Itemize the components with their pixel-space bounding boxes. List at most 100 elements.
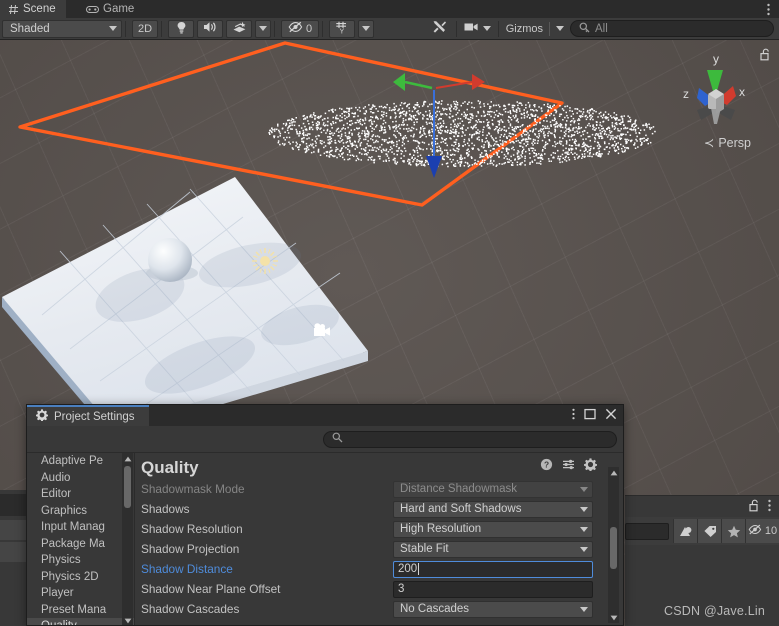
inspector-name-field[interactable]	[624, 522, 670, 540]
preset-icon[interactable]	[562, 458, 575, 474]
camera-gizmo-icon[interactable]	[312, 322, 334, 340]
settings-category-label: Graphics	[41, 504, 88, 517]
grid-snap-dropdown-button[interactable]	[358, 19, 374, 38]
settings-category-label: Editor	[41, 488, 72, 500]
project-settings-search-input[interactable]	[323, 430, 617, 448]
hidden-objects-counter[interactable]: 10	[744, 519, 779, 543]
kebab-menu-icon[interactable]	[572, 408, 575, 423]
settings-detail-pane: Quality ? Shadowmask Mode Distance Shadow…	[135, 453, 623, 625]
settings-category-item[interactable]: Editor	[27, 486, 134, 503]
scroll-down-icon[interactable]	[122, 615, 133, 625]
category-scrollbar[interactable]	[122, 453, 133, 625]
inspector-toolbar-strip: 10	[624, 517, 779, 545]
speaker-icon	[203, 21, 217, 36]
settings-category-label: Physics	[41, 554, 81, 566]
search-icon	[332, 432, 343, 446]
object-icon[interactable]	[673, 519, 698, 543]
settings-category-item[interactable]: Physics	[27, 552, 134, 569]
setting-label: Shadows	[141, 502, 190, 516]
tag-icon[interactable]	[697, 519, 722, 543]
lock-open-icon[interactable]	[760, 48, 771, 64]
settings-category-item[interactable]: Adaptive Pe	[27, 453, 134, 470]
setting-dropdown[interactable]: High Resolution	[393, 520, 593, 538]
toggle-2d-button[interactable]: 2D	[132, 19, 158, 38]
divider	[497, 20, 499, 37]
setting-row: Shadow Near Plane Offset 3	[141, 579, 593, 599]
settings-category-item[interactable]: Graphics	[27, 503, 134, 520]
scene-tools-button[interactable]	[427, 20, 453, 38]
settings-category-label: Input Manag	[41, 521, 105, 533]
settings-category-list[interactable]: Adaptive Pe Audio Editor Graphics Input Mana…	[27, 453, 135, 625]
project-settings-body: Adaptive Pe Audio Editor Graphics Input Mana…	[27, 452, 623, 625]
maximize-icon[interactable]	[584, 408, 596, 423]
settings-category-item[interactable]: Quality	[27, 618, 134, 625]
scene-camera-button[interactable]	[460, 20, 495, 38]
lock-open-icon[interactable]	[749, 499, 760, 515]
settings-scrollbar[interactable]	[608, 467, 619, 623]
tab-game[interactable]: Game	[78, 0, 144, 18]
help-icon[interactable]: ?	[540, 458, 553, 474]
tab-game-label: Game	[103, 3, 135, 15]
hidden-count-label: 10	[764, 525, 778, 537]
projection-arrow-icon: ≺	[703, 136, 715, 150]
setting-dropdown-value: No Cascades	[400, 603, 470, 615]
divider	[322, 20, 323, 37]
tab-scene-label: Scene	[23, 3, 56, 15]
settings-category-label: Preset Mana	[41, 603, 107, 616]
scrollbar-thumb[interactable]	[124, 466, 131, 508]
chevron-down-icon	[580, 486, 588, 492]
editor-kebab-menu[interactable]	[761, 0, 775, 18]
lighting-toggle-button[interactable]	[168, 19, 194, 38]
scroll-down-icon[interactable]	[608, 612, 619, 623]
setting-text-input[interactable]: 200	[393, 560, 593, 578]
settings-category-item[interactable]: Player	[27, 585, 134, 602]
effects-toggle-button[interactable]	[226, 19, 252, 38]
lightbulb-icon	[176, 21, 187, 37]
project-settings-titlebar[interactable]: Project Settings	[27, 405, 623, 426]
setting-dropdown[interactable]: Distance Shadowmask	[393, 480, 593, 498]
svg-text:?: ?	[544, 460, 549, 470]
kebab-menu-icon[interactable]	[768, 499, 771, 515]
settings-category-item[interactable]: Physics 2D	[27, 569, 134, 586]
divider	[125, 20, 126, 37]
setting-dropdown-value: Hard and Soft Shadows	[400, 503, 522, 515]
setting-dropdown[interactable]: Hard and Soft Shadows	[393, 500, 593, 518]
audio-toggle-button[interactable]	[197, 19, 223, 38]
chevron-down-icon	[362, 26, 370, 31]
setting-dropdown[interactable]: Stable Fit	[393, 540, 593, 558]
chevron-down-icon	[482, 26, 491, 31]
scroll-up-icon[interactable]	[608, 467, 619, 478]
settings-category-item[interactable]: Package Ma	[27, 536, 134, 553]
setting-row: Shadow Projection Stable Fit	[141, 539, 593, 559]
gizmos-button[interactable]: Gizmos	[502, 20, 570, 38]
project-settings-tab[interactable]: Project Settings	[27, 405, 149, 426]
gear-icon[interactable]	[584, 458, 597, 474]
shading-mode-dropdown[interactable]: Shaded	[2, 19, 122, 38]
inspector-header-strip	[625, 495, 779, 517]
tab-scene[interactable]: Scene	[0, 0, 66, 18]
scroll-up-icon[interactable]	[122, 453, 133, 464]
scene-search-input[interactable]: All	[570, 20, 774, 37]
watermark: CSDN @Jave.Lin	[664, 604, 765, 618]
grid-snap-button[interactable]: Y	[329, 19, 355, 38]
scrollbar-thumb[interactable]	[610, 527, 617, 569]
gizmos-label: Gizmos	[505, 22, 543, 35]
setting-text-input[interactable]: 3	[393, 580, 593, 598]
settings-category-label: Physics 2D	[41, 570, 99, 583]
setting-dropdown[interactable]: No Cascades	[393, 600, 593, 618]
gear-icon	[36, 409, 48, 424]
effects-dropdown-button[interactable]	[255, 19, 271, 38]
star-icon[interactable]	[721, 519, 745, 543]
close-icon[interactable]	[605, 408, 617, 423]
project-settings-window[interactable]: Project Settings Adaptive Pe Audio Edito…	[26, 404, 624, 626]
settings-category-item[interactable]: Input Manag	[27, 519, 134, 536]
setting-dropdown-value: High Resolution	[400, 523, 482, 535]
projection-mode[interactable]: ≺ Persp	[703, 135, 751, 151]
settings-category-item[interactable]: Audio	[27, 470, 134, 487]
divider	[161, 20, 162, 37]
settings-category-item[interactable]: Preset Mana	[27, 602, 134, 619]
sun-gizmo-icon[interactable]	[250, 246, 280, 276]
eye-off-icon	[288, 21, 303, 36]
settings-header-icons: ?	[540, 458, 597, 474]
hidden-objects-button[interactable]: 0	[281, 19, 319, 38]
